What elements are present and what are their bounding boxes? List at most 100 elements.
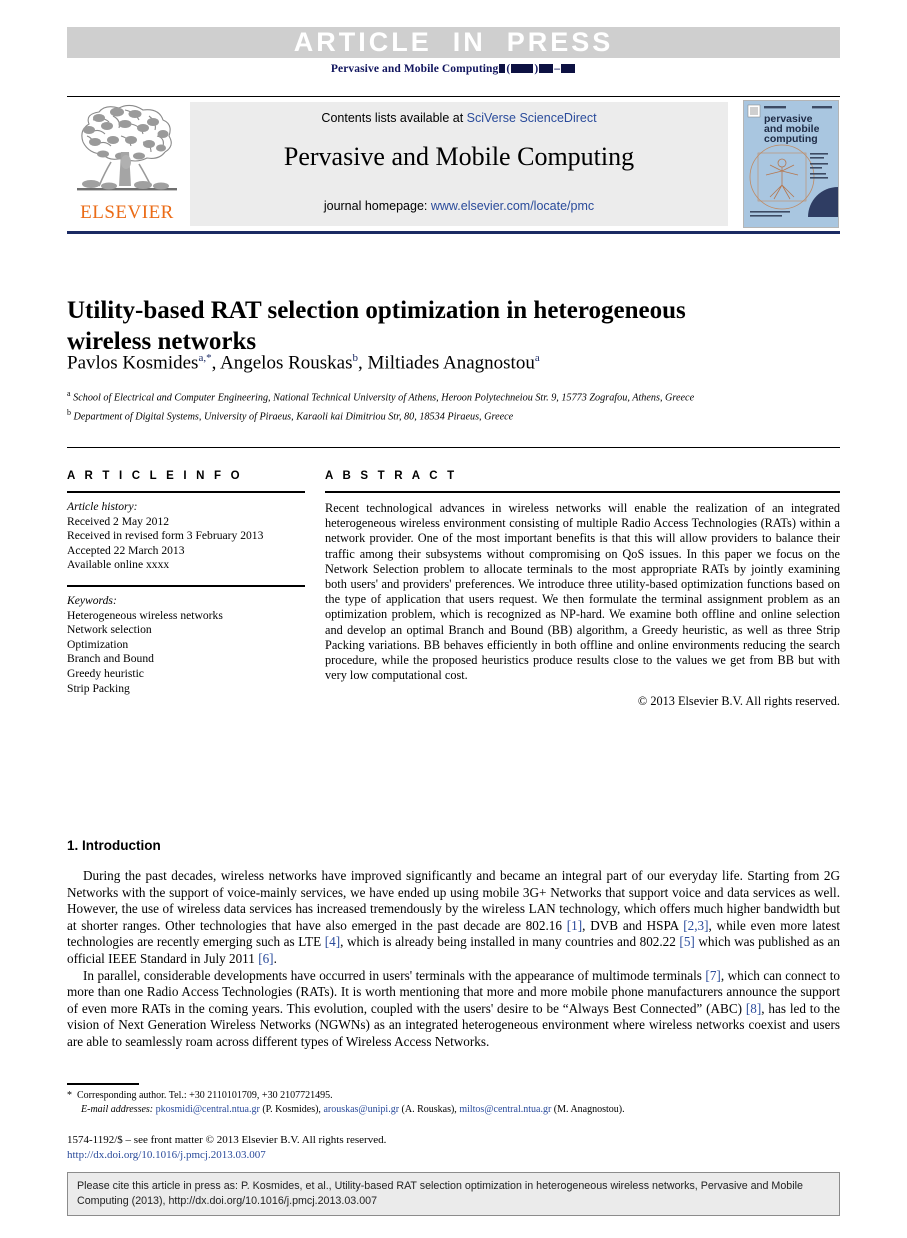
elsevier-logo: ELSEVIER (69, 102, 185, 226)
email-note: E-mail addresses: pkosmidi@central.ntua.… (67, 1103, 840, 1117)
corresponding-author-note: * Corresponding author. Tel.: +30 211010… (67, 1089, 840, 1103)
affiliation-mark: b (67, 407, 71, 417)
keyword-item: Heterogeneous wireless networks (67, 608, 223, 622)
issn-block: 1574-1192/$ – see front matter © 2013 El… (67, 1133, 840, 1162)
paragraph: During the past decades, wireless networ… (67, 868, 840, 968)
corresponding-author-text: Corresponding author. Tel.: +30 21101017… (77, 1090, 333, 1101)
section-heading-introduction: 1. Introduction (67, 838, 161, 853)
citation-ref[interactable]: [2,3] (683, 918, 708, 933)
abstract-heading: A B S T R A C T (325, 470, 458, 482)
author-list: Pavlos Kosmidesa,*, Angelos Rouskasb, Mi… (67, 352, 840, 374)
history-item: Available online xxxx (67, 558, 170, 572)
keywords-block: Keywords: Heterogeneous wireless network… (67, 594, 305, 696)
abstract-copyright: © 2013 Elsevier B.V. All rights reserved… (637, 694, 840, 709)
keywords-label: Keywords: (67, 593, 117, 607)
journal-cover-thumbnail: pervasive and mobile computing (743, 100, 839, 228)
email-owner: (A. Rouskas), (399, 1104, 460, 1115)
email-link[interactable]: arouskas@unipi.gr (323, 1104, 399, 1115)
email-owner: (M. Anagnostou). (551, 1104, 625, 1115)
contents-available-prefix: Contents lists available at (321, 111, 467, 125)
paren-open: ( (506, 63, 511, 75)
keywords-rule (67, 584, 305, 587)
article-in-press-label: ARTICLE IN PRESS (293, 27, 614, 57)
year-placeholder (511, 63, 534, 73)
affiliation-text: School of Electrical and Computer Engine… (73, 392, 695, 404)
paragraph-part: . (273, 950, 277, 966)
article-info-heading: A R T I C L E I N F O (67, 470, 243, 482)
author-affiliation-mark[interactable]: a (535, 352, 540, 364)
article-in-press-banner: ARTICLE IN PRESS (67, 27, 840, 58)
page-dash: – (554, 63, 561, 75)
citation-notice-box: Please cite this article in press as: P.… (67, 1172, 840, 1216)
citation-ref[interactable]: [4] (325, 934, 340, 949)
email-link[interactable]: pkosmidi@central.ntua.gr (156, 1104, 260, 1115)
citation-ref[interactable]: [5] (679, 934, 694, 949)
paper-page: ARTICLE IN PRESS Pervasive and Mobile Co… (0, 0, 907, 1238)
author-separator: , (358, 352, 368, 374)
paragraph-part: , which is already being installed in ma… (340, 934, 680, 950)
journal-masthead: ELSEVIER Contents lists available at Sci… (67, 100, 840, 228)
keyword-item: Optimization (67, 637, 129, 651)
paragraph: In parallel, considerable developments h… (67, 968, 840, 1051)
elsevier-tree-icon (77, 104, 177, 191)
section-divider-rule (67, 447, 840, 448)
article-info-column: A R T I C L E I N F O Article history: R… (67, 470, 305, 696)
paragraph-part: In parallel, considerable developments h… (83, 967, 706, 983)
volume-placeholder (499, 63, 506, 73)
journal-homepage-prefix: journal homepage: (323, 199, 431, 213)
masthead-bottom-rule (67, 231, 840, 234)
doi-link[interactable]: http://dx.doi.org/10.1016/j.pmcj.2013.03… (67, 1148, 840, 1163)
history-item: Received 2 May 2012 (67, 514, 170, 528)
article-info-rule (67, 491, 305, 493)
elsevier-wordmark: ELSEVIER (80, 202, 174, 223)
asterisk-icon: * (67, 1090, 72, 1101)
keyword-item: Branch and Bound (67, 652, 154, 666)
affiliation-mark: a (67, 389, 71, 398)
journal-cover-image: pervasive and mobile computing (744, 101, 838, 227)
author-separator: , (211, 352, 221, 374)
keyword-item: Network selection (67, 623, 152, 637)
email-link[interactable]: miltos@central.ntua.gr (459, 1104, 551, 1115)
keyword-item: Greedy heuristic (67, 666, 144, 680)
affiliation-item: b Department of Digital Systems, Univers… (67, 406, 840, 425)
citation-ref[interactable]: [1] (567, 918, 582, 933)
affiliation-list: a School of Electrical and Computer Engi… (67, 387, 840, 425)
masthead-top-rule (67, 96, 840, 97)
abstract-column: A B S T R A C T Recent technological adv… (325, 470, 840, 709)
history-item: Accepted 22 March 2013 (67, 543, 185, 557)
contents-box: Contents lists available at SciVerse Sci… (190, 102, 728, 226)
journal-homepage-link[interactable]: www.elsevier.com/locate/pmc (431, 199, 594, 213)
citation-ref[interactable]: [8] (746, 1001, 761, 1016)
svg-text:computing: computing (764, 133, 818, 145)
citation-ref[interactable]: [7] (705, 968, 720, 983)
paragraph-part: , DVB and HSPA (582, 917, 684, 933)
body-text: During the past decades, wireless networ… (67, 868, 840, 1051)
footnote-block: * Corresponding author. Tel.: +30 211010… (67, 1089, 840, 1117)
abstract-text: Recent technological advances in wireles… (325, 501, 840, 683)
author-name: Miltiades Anagnostou (367, 352, 535, 374)
citation-ref[interactable]: [6] (258, 951, 273, 966)
affiliation-item: a School of Electrical and Computer Engi… (67, 387, 840, 406)
journal-running-head: Pervasive and Mobile Computing () – (67, 63, 840, 75)
journal-homepage-line: journal homepage: www.elsevier.com/locat… (190, 199, 728, 213)
issn-line: 1574-1192/$ – see front matter © 2013 El… (67, 1134, 387, 1146)
affiliation-text: Department of Digital Systems, Universit… (73, 411, 514, 423)
sciencedirect-link[interactable]: SciVerse ScienceDirect (467, 111, 597, 125)
keyword-item: Strip Packing (67, 681, 130, 695)
author-affiliation-mark[interactable]: a,* (198, 352, 211, 364)
article-history-block: Article history: Received 2 May 2012 Rec… (67, 500, 305, 573)
page-start-placeholder (539, 63, 554, 73)
article-history-label: Article history: (67, 500, 138, 513)
paren-close: ) (534, 63, 539, 75)
page-end-placeholder (561, 63, 576, 73)
journal-title: Pervasive and Mobile Computing (283, 142, 635, 171)
page-title: Utility-based RAT selection optimization… (67, 296, 686, 355)
footnote-rule (67, 1083, 139, 1085)
abstract-rule (325, 491, 840, 493)
author-name: Angelos Rouskas (220, 352, 353, 374)
author-name: Pavlos Kosmides (67, 352, 199, 374)
email-label: E-mail addresses: (81, 1104, 154, 1115)
history-item: Received in revised form 3 February 2013 (67, 529, 264, 543)
email-owner: (P. Kosmides), (259, 1104, 324, 1115)
citation-notice-text: Please cite this article in press as: P.… (77, 1180, 803, 1207)
